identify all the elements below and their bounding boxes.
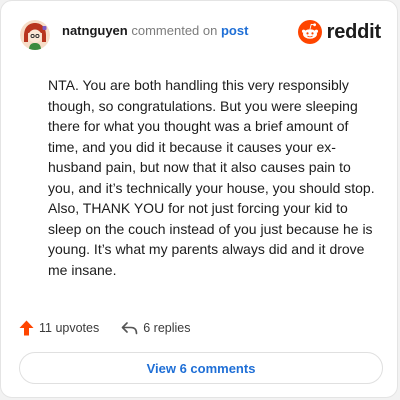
comment-header: natnguyen commented on post reddit xyxy=(20,19,381,51)
brand-wordmark: reddit xyxy=(326,20,382,43)
replies-count: 6 replies xyxy=(143,321,191,335)
reply-arrow-icon xyxy=(121,322,138,335)
view-comments-button[interactable]: View 6 comments xyxy=(19,352,383,384)
reddit-logo-icon xyxy=(297,20,322,44)
action-text: commented on xyxy=(131,23,218,38)
upvotes-stat[interactable]: 11 upvotes xyxy=(19,320,99,336)
replies-stat[interactable]: 6 replies xyxy=(121,321,190,335)
comment-stats: 11 upvotes 6 replies xyxy=(19,318,190,338)
upvote-arrow-icon xyxy=(19,320,34,336)
byline: natnguyen commented on post xyxy=(62,23,248,39)
reddit-brand[interactable]: reddit xyxy=(297,19,382,45)
username-link[interactable]: natnguyen xyxy=(62,23,128,38)
avatar-icon xyxy=(20,20,50,50)
avatar[interactable] xyxy=(20,20,50,50)
comment-card: natnguyen commented on post reddit NTA. … xyxy=(0,0,398,398)
upvotes-count: 11 upvotes xyxy=(39,321,100,335)
post-link[interactable]: post xyxy=(221,23,248,38)
comment-body: NTA. You are both handling this very res… xyxy=(48,77,375,278)
